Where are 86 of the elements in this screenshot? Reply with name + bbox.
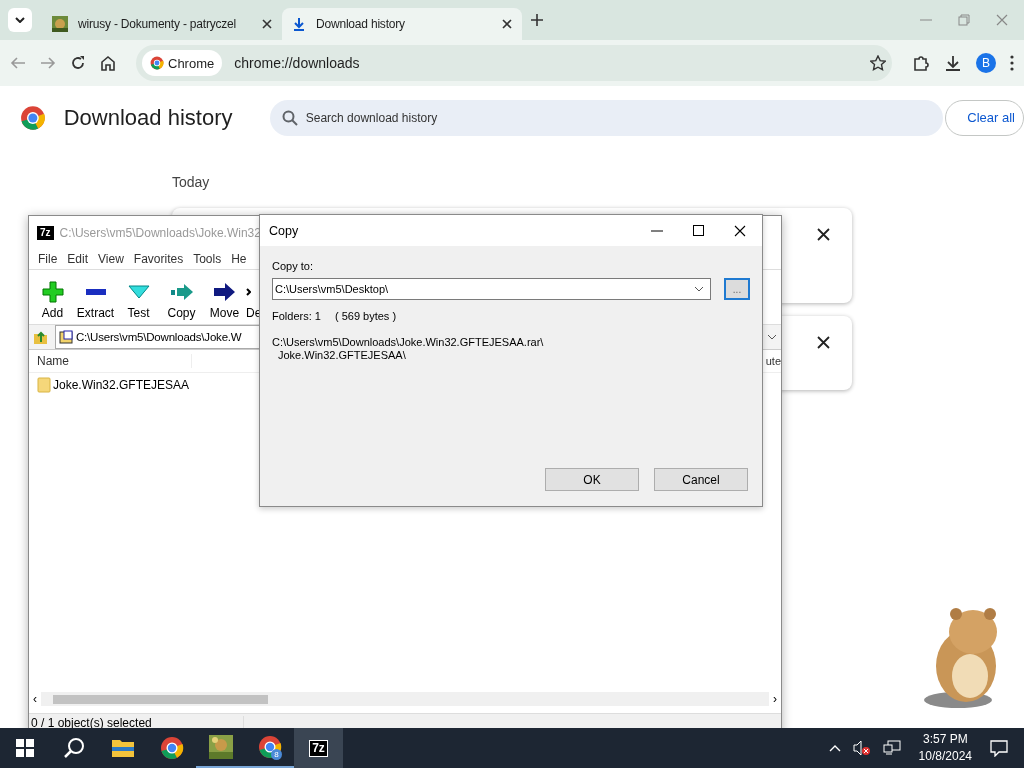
column-header[interactable]: ute <box>765 355 781 367</box>
menu-item[interactable]: Edit <box>62 252 94 266</box>
tab-search-button[interactable] <box>8 8 32 32</box>
time-text: 3:57 PM <box>922 731 968 748</box>
close-icon[interactable] <box>817 336 830 349</box>
close-icon[interactable] <box>262 19 272 29</box>
scroll-left-arrow[interactable]: ‹ <box>33 692 37 706</box>
menu-icon[interactable] <box>1010 55 1014 71</box>
scroll-right-arrow[interactable]: › <box>773 692 777 706</box>
chip-label: Chrome <box>168 55 215 71</box>
search-icon <box>62 737 85 759</box>
folder-icon <box>37 377 51 393</box>
size-text: ( 569 bytes ) <box>334 310 397 322</box>
file-name[interactable]: Joke.Win32.GFTEJESAA <box>53 378 190 392</box>
search-field[interactable]: Search download history <box>269 100 943 136</box>
download-icon[interactable] <box>944 54 962 72</box>
puzzle-icon[interactable] <box>912 54 930 72</box>
arrow-icon <box>214 283 235 301</box>
minus-icon <box>85 289 106 295</box>
chevron-down-icon <box>15 17 25 23</box>
reload-icon[interactable] <box>70 55 86 71</box>
browser-tab[interactable]: Download history <box>282 8 522 40</box>
chrome-logo <box>20 105 46 131</box>
muted-speaker-icon[interactable] <box>852 740 871 756</box>
chrome-icon <box>159 736 184 760</box>
date-text: 10/8/2024 <box>918 748 972 765</box>
cancel-button[interactable]: Cancel <box>654 468 748 491</box>
chevron-icon <box>246 288 251 296</box>
dropdown-icon[interactable] <box>767 334 777 340</box>
dialog-title: Copy <box>269 223 299 238</box>
taskbar-button[interactable]: 7z <box>294 728 343 768</box>
chevron-down-icon <box>694 286 704 292</box>
forward-icon[interactable] <box>40 55 56 71</box>
close-icon[interactable] <box>502 19 512 29</box>
count-badge: 8 <box>271 749 282 760</box>
field-label: Copy to: <box>272 260 314 272</box>
browse-button[interactable]: ... <box>724 278 750 300</box>
arrow-icon <box>170 284 193 300</box>
plus-icon <box>40 281 65 303</box>
chevron-up-icon[interactable] <box>828 744 841 752</box>
menu-item[interactable]: Tools <box>188 252 227 266</box>
menu-item[interactable]: He <box>226 252 252 266</box>
download-icon <box>292 17 306 31</box>
archive-icon <box>59 330 73 344</box>
new-tab-icon[interactable] <box>530 13 544 27</box>
source-path: Joke.Win32.GFTEJESAA\ <box>277 349 407 362</box>
star-icon[interactable] <box>870 55 886 71</box>
home-icon[interactable] <box>100 55 116 71</box>
toolbar-button[interactable]: Copy <box>160 280 203 320</box>
destination-field[interactable]: C:\Users\vm5\Desktop\ <box>272 278 711 300</box>
column-header[interactable]: Name <box>29 354 192 368</box>
app-logo: 7z <box>37 225 54 240</box>
menu-item[interactable]: Favorites <box>128 252 189 266</box>
maximize-icon[interactable] <box>693 225 704 236</box>
windows-icon <box>15 739 34 757</box>
menu-item[interactable]: View <box>93 252 129 266</box>
notification-icon[interactable] <box>990 739 1008 757</box>
browser-tab[interactable]: wirusy - Dokumenty - patryczel <box>42 8 282 40</box>
site-chip[interactable]: Chrome <box>142 50 223 76</box>
profile-avatar[interactable]: B <box>976 53 996 73</box>
chrome-icon <box>150 56 164 70</box>
sevenzip-logo: 7z <box>309 739 328 757</box>
close-icon[interactable] <box>817 228 830 241</box>
toolbar-button[interactable]: Move <box>203 280 246 320</box>
chevron-down-icon <box>127 285 150 299</box>
menu-item[interactable]: File <box>33 252 63 266</box>
window-title: C:\Users\vm5\Downloads\Joke.Win32 <box>59 225 261 240</box>
section-heading: Today <box>172 174 210 190</box>
folder-up-icon[interactable] <box>33 329 49 345</box>
url-text: chrome://downloads <box>234 55 361 71</box>
network-icon[interactable] <box>882 740 901 756</box>
address-bar[interactable]: Chrome chrome://downloads <box>136 45 892 81</box>
toolbar-button[interactable]: Test <box>117 280 160 320</box>
close-icon[interactable] <box>734 224 746 237</box>
folder-count: Folders: 1 <box>272 310 321 322</box>
minimize-icon[interactable] <box>651 229 663 232</box>
horizontal-scrollbar[interactable] <box>41 692 769 706</box>
ok-button[interactable]: OK <box>545 468 639 491</box>
folder-icon <box>110 738 135 758</box>
page-title: Download history <box>63 105 234 131</box>
clear-all-button[interactable]: Clear all <box>944 100 1024 136</box>
back-icon[interactable] <box>10 55 26 71</box>
toolbar-button[interactable]: Add <box>31 280 74 320</box>
toolbar-button[interactable]: Extract <box>74 280 117 320</box>
source-path: C:\Users\vm5\Downloads\Joke.Win32.GFTEJESAA.rar\ <box>272 336 545 349</box>
clock[interactable]: 3:57 PM 10/8/2024 <box>918 731 972 765</box>
